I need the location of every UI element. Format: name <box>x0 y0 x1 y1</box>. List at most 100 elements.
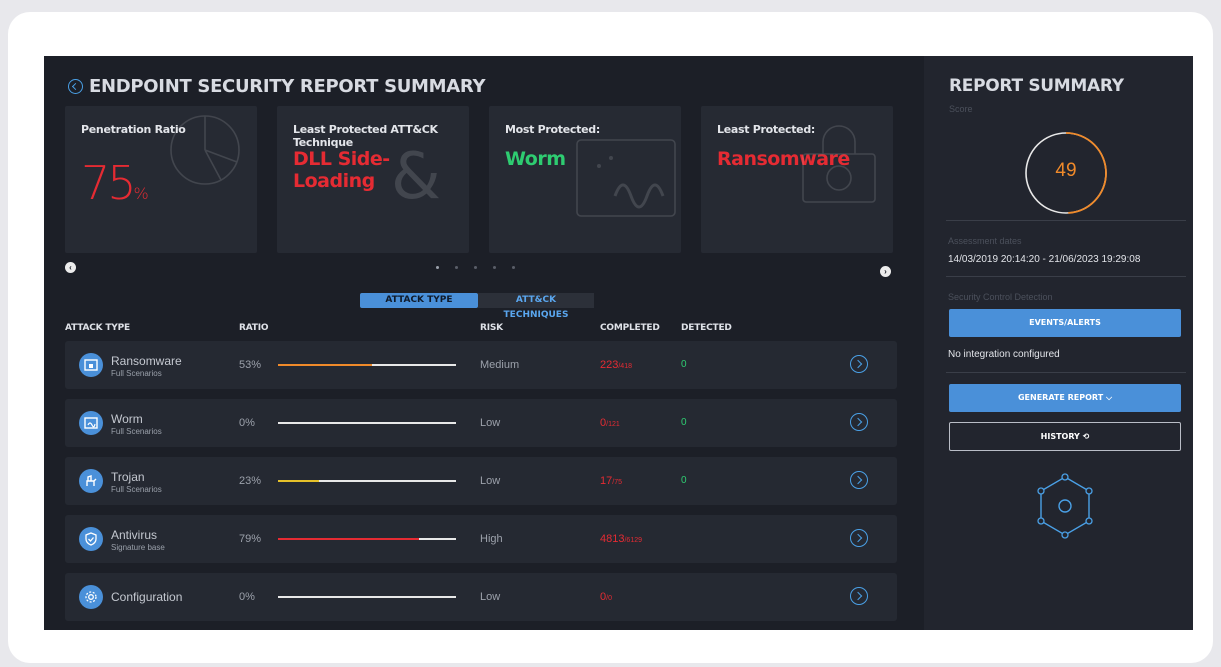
shield-check-icon <box>79 527 103 551</box>
row-detected: 0 <box>681 417 687 428</box>
gear-icon <box>79 585 103 609</box>
score-label: Score <box>949 104 973 114</box>
row-name: Ransomware <box>111 354 182 368</box>
pie-chart-icon <box>170 115 240 185</box>
row-name: Antivirus <box>111 528 158 542</box>
lock-screen-icon <box>79 353 103 377</box>
table-row[interactable]: Antivirus Signature base 79% High 4813/6… <box>65 515 897 563</box>
row-risk: Medium <box>480 359 520 371</box>
tile-least-protected-technique: Least Protected ATT&CK Technique DLL Sid… <box>277 106 469 253</box>
tab-attack-type[interactable]: ATTACK TYPE <box>360 293 478 308</box>
tile-penetration-ratio: Penetration Ratio 75% <box>65 106 257 253</box>
col-detected[interactable]: DETECTED <box>681 323 732 333</box>
row-completed: 223/418 <box>600 359 632 371</box>
page-title: ENDPOINT SECURITY REPORT SUMMARY <box>68 76 486 97</box>
row-detected: 0 <box>681 359 687 370</box>
hexagon-network-icon <box>1037 473 1093 539</box>
row-risk: Low <box>480 417 501 429</box>
col-risk[interactable]: RISK <box>480 323 503 333</box>
row-details-button[interactable] <box>850 471 868 489</box>
locked-laptop-icon <box>802 125 876 203</box>
tile-least-protected: Least Protected: Ransomware <box>701 106 893 253</box>
divider <box>946 276 1186 277</box>
row-risk: Low <box>480 475 501 487</box>
row-subtitle: Full Scenarios <box>111 369 162 378</box>
no-integration-text: No integration configured <box>948 349 1060 360</box>
report-summary-sidebar: REPORT SUMMARY Score 49 Assessment dates… <box>924 56 1193 630</box>
carousel-next-button[interactable]: › <box>880 266 891 277</box>
back-icon[interactable] <box>68 79 83 94</box>
row-name: Worm <box>111 412 143 426</box>
row-details-button[interactable] <box>850 529 868 547</box>
carousel-dot[interactable] <box>512 266 515 269</box>
row-ratio: 23% <box>239 475 262 487</box>
carousel-dot[interactable] <box>493 266 496 269</box>
ratio-bar <box>278 480 456 482</box>
table-row[interactable]: Configuration 0% Low 0/0 <box>65 573 897 621</box>
row-subtitle: Full Scenarios <box>111 427 162 436</box>
ratio-bar-fill <box>278 480 319 482</box>
sidebar-title: REPORT SUMMARY <box>949 76 1124 96</box>
penetration-value: 75% <box>81 156 149 210</box>
history-button[interactable]: HISTORY ⟲ <box>949 422 1181 451</box>
row-completed: 0/121 <box>600 417 620 429</box>
row-details-button[interactable] <box>850 355 868 373</box>
row-name: Trojan <box>111 470 145 484</box>
events-alerts-button[interactable]: EVENTS/ALERTS <box>949 309 1181 337</box>
row-detected: 0 <box>681 475 687 486</box>
ratio-bar <box>278 596 456 598</box>
col-completed[interactable]: COMPLETED <box>600 323 660 333</box>
ratio-bar <box>278 364 456 366</box>
main-panel: ENDPOINT SECURITY REPORT SUMMARY Penetra… <box>44 56 924 630</box>
row-subtitle: Signature base <box>111 543 165 552</box>
assessment-dates: 14/03/2019 20:14:20 - 21/06/2023 19:29:0… <box>948 254 1141 265</box>
divider <box>946 220 1186 221</box>
svg-text:&: & <box>391 140 441 214</box>
table-header: ATTACK TYPE RATIO RISK COMPLETED DETECTE… <box>44 323 924 337</box>
row-ratio: 0% <box>239 591 255 603</box>
tile-most-protected: Most Protected: Worm <box>489 106 681 253</box>
col-ratio[interactable]: RATIO <box>239 323 269 333</box>
carousel-dot[interactable] <box>474 266 477 269</box>
row-ratio: 0% <box>239 417 255 429</box>
col-attack-type[interactable]: ATTACK TYPE <box>65 323 130 333</box>
row-subtitle: Full Scenarios <box>111 485 162 494</box>
row-completed: 17/75 <box>600 475 622 487</box>
row-completed: 4813/6129 <box>600 533 643 545</box>
table-row[interactable]: Ransomware Full Scenarios 53% Medium 223… <box>65 341 897 389</box>
row-ratio: 79% <box>239 533 262 545</box>
worm-icon <box>79 411 103 435</box>
ratio-bar-fill <box>278 364 373 366</box>
carousel-dots <box>436 266 515 269</box>
row-risk: Low <box>480 591 501 603</box>
carousel-dot[interactable] <box>455 266 458 269</box>
generate-report-button[interactable]: GENERATE REPORT ⌵ <box>949 384 1181 412</box>
assessment-dates-label: Assessment dates <box>948 236 1022 246</box>
carousel-dot[interactable] <box>436 266 439 269</box>
summary-tiles: Penetration Ratio 75% Least Protected AT… <box>65 106 894 253</box>
ratio-bar-fill <box>278 538 419 540</box>
tab-attck-techniques[interactable]: ATT&CK TECHNIQUES <box>478 293 594 320</box>
tab-bar: ATTACK TYPE ATT&CK TECHNIQUES <box>360 293 594 320</box>
row-details-button[interactable] <box>850 413 868 431</box>
table-row[interactable]: Worm Full Scenarios 0% Low 0/121 0 <box>65 399 897 447</box>
report-app: ENDPOINT SECURITY REPORT SUMMARY Penetra… <box>44 56 1193 630</box>
page-title-text: ENDPOINT SECURITY REPORT SUMMARY <box>89 76 486 97</box>
most-protected-value: Worm <box>505 148 566 170</box>
ampersand-icon: & <box>391 140 441 214</box>
table-row[interactable]: Trojan Full Scenarios 23% Low 17/75 0 <box>65 457 897 505</box>
divider <box>946 372 1186 373</box>
score-value: 49 <box>1055 160 1077 181</box>
row-risk: High <box>480 533 503 545</box>
trojan-horse-icon <box>79 469 103 493</box>
ratio-bar <box>278 422 456 424</box>
row-completed: 0/0 <box>600 591 612 603</box>
row-details-button[interactable] <box>850 587 868 605</box>
row-name: Configuration <box>111 590 183 604</box>
ratio-bar <box>278 538 456 540</box>
row-ratio: 53% <box>239 359 262 371</box>
worm-window-icon <box>576 139 676 217</box>
security-control-detection-label: Security Control Detection <box>948 292 1053 302</box>
tile-label: Most Protected: <box>505 123 600 136</box>
carousel-prev-button[interactable]: ‹ <box>65 262 76 273</box>
